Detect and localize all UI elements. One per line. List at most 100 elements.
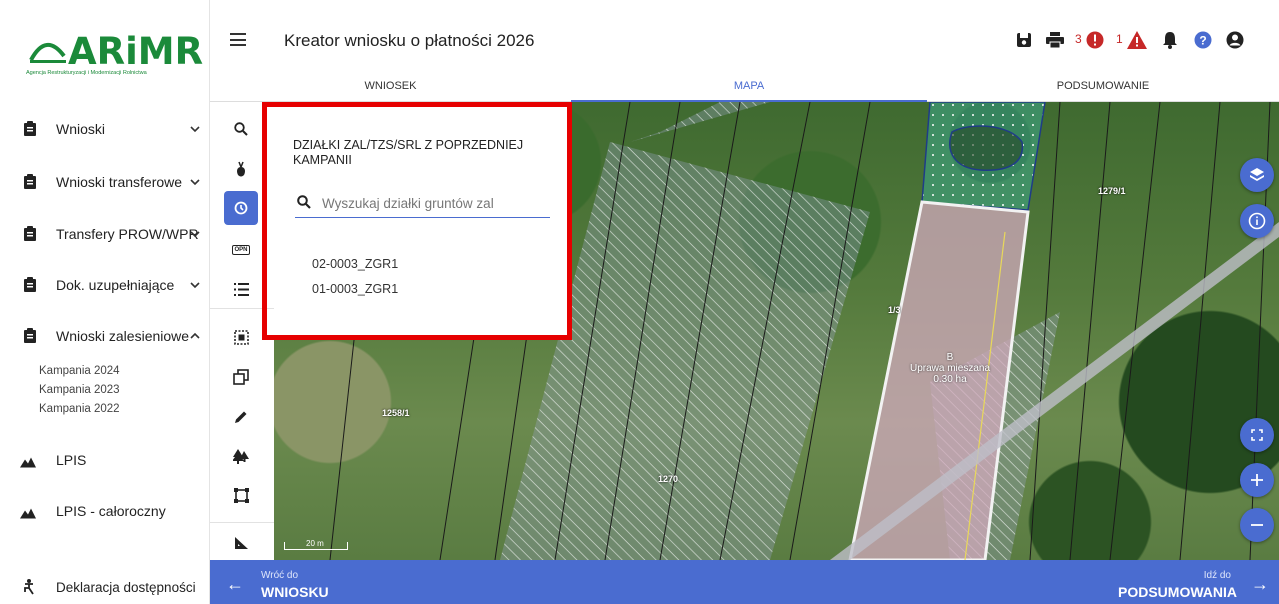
zoom-out-button[interactable] bbox=[1240, 508, 1274, 542]
enclosed-area bbox=[949, 125, 1024, 171]
save-icon[interactable] bbox=[1016, 32, 1032, 48]
arimr-logo[interactable]: ARiMR Agencja Restrukturyzacji i Moderni… bbox=[26, 26, 203, 86]
map-search-tool[interactable] bbox=[224, 112, 258, 146]
error-count: 3 bbox=[1075, 32, 1082, 46]
sidebar-subitem-kampania-2024[interactable]: Kampania 2024 bbox=[39, 365, 120, 377]
clipboard-icon bbox=[24, 226, 36, 241]
warning-count: 1 bbox=[1116, 32, 1123, 46]
parcel-result[interactable]: 01-0003_ZGR1 bbox=[312, 282, 398, 296]
chevron-up-icon bbox=[190, 332, 200, 339]
logo-arc-icon bbox=[29, 43, 66, 63]
sidebar-item-label: Wnioski zalesieniowe bbox=[56, 328, 190, 344]
logo-wordmark: ARiMR bbox=[68, 30, 204, 73]
accessibility-icon bbox=[24, 579, 34, 595]
logo-subtitle: Agencja Restrukturyzacji i Modernizacji … bbox=[26, 70, 147, 76]
mountains-icon bbox=[20, 457, 36, 468]
parcel-search bbox=[295, 190, 550, 218]
parcel-crop: Uprawa mieszana bbox=[909, 363, 991, 374]
back-to-wniosek-button[interactable]: ← Wróć do WNIOSKU bbox=[210, 560, 410, 604]
print-icon[interactable] bbox=[1046, 32, 1064, 48]
fullscreen-button[interactable] bbox=[1240, 418, 1274, 452]
trees-icon bbox=[233, 448, 249, 464]
tool-divider bbox=[210, 522, 274, 523]
zoom-in-button[interactable] bbox=[1240, 463, 1274, 497]
chevron-down-icon bbox=[190, 179, 200, 186]
account-icon[interactable] bbox=[1226, 31, 1244, 49]
info-icon bbox=[1248, 212, 1266, 230]
forest-tool[interactable] bbox=[224, 439, 258, 473]
parcel-number-label: 1/3 bbox=[888, 305, 901, 315]
fullscreen-icon bbox=[1251, 429, 1263, 441]
select-area-tool[interactable] bbox=[224, 320, 258, 354]
sidebar-subitem-kampania-2023[interactable]: Kampania 2023 bbox=[39, 384, 120, 396]
sidebar-subitem-kampania-2022[interactable]: Kampania 2022 bbox=[39, 403, 120, 415]
minus-icon bbox=[1251, 524, 1263, 526]
sidebar-item-wnioski-zalesieniowe[interactable]: Wnioski zalesieniowe bbox=[0, 321, 210, 351]
arrow-right-icon: → bbox=[1251, 574, 1269, 594]
sidebar-item-wnioski[interactable]: Wnioski bbox=[0, 114, 210, 144]
chevron-down-icon bbox=[190, 126, 200, 133]
arrow-left-icon: ← bbox=[226, 574, 244, 594]
chevron-down-icon bbox=[190, 231, 200, 238]
sidebar-item-transfery[interactable]: Transfery PROW/WPR bbox=[0, 219, 210, 249]
chevron-down-icon bbox=[190, 282, 200, 289]
plant-icon bbox=[237, 161, 245, 177]
search-icon bbox=[297, 195, 311, 209]
bottom-navigation: ← Wróć do WNIOSKU Idź do PODSUMOWANIA → bbox=[210, 560, 1279, 604]
next-target: PODSUMOWANIA bbox=[1118, 584, 1237, 600]
parcel-search-input[interactable] bbox=[322, 192, 548, 214]
parcel-number-label: 1279/1 bbox=[1098, 186, 1126, 196]
parcel-letter: B bbox=[946, 352, 954, 363]
help-icon[interactable]: ? bbox=[1194, 31, 1212, 49]
sidebar-item-lpis-caloroczny[interactable]: LPIS - całoroczny bbox=[0, 496, 210, 526]
bell-icon[interactable] bbox=[1162, 31, 1178, 49]
sidebar-item-lpis[interactable]: LPIS bbox=[0, 445, 210, 475]
tab-podsumowanie[interactable]: PODSUMOWANIE bbox=[927, 70, 1279, 102]
go-to-summary-button[interactable]: Idź do PODSUMOWANIA → bbox=[1059, 560, 1279, 604]
top-header: Kreator wniosku o płatności 2026 3 1 ? W… bbox=[210, 0, 1279, 102]
accessibility-label: Deklaracja dostępności bbox=[56, 579, 196, 595]
sidebar-item-label: Wnioski bbox=[56, 121, 106, 137]
scale-label: 20 m bbox=[306, 539, 324, 548]
warning-icon[interactable] bbox=[1127, 31, 1147, 49]
menu-icon[interactable] bbox=[230, 33, 246, 46]
ruler-icon bbox=[234, 537, 248, 549]
previous-campaign-tool[interactable] bbox=[224, 191, 258, 225]
info-button[interactable] bbox=[1240, 204, 1274, 238]
copy-icon bbox=[233, 369, 249, 385]
sidebar-item-label: Wnioski transferowe bbox=[56, 174, 183, 190]
clipboard-icon bbox=[24, 277, 36, 292]
measure-tool[interactable] bbox=[224, 526, 258, 560]
polygon-icon bbox=[233, 487, 249, 503]
sidebar-item-dok-uzupelniajace[interactable]: Dok. uzupełniające bbox=[0, 270, 210, 300]
map-tools: OPN bbox=[210, 102, 274, 560]
edit-tool[interactable] bbox=[224, 400, 258, 434]
error-icon[interactable] bbox=[1086, 31, 1104, 49]
sidebar-item-label: LPIS - całoroczny bbox=[56, 503, 166, 519]
parcel-info: B Uprawa mieszana 0.30 ha bbox=[890, 352, 1010, 385]
crop-tool[interactable] bbox=[224, 152, 258, 186]
pencil-icon bbox=[235, 411, 247, 423]
sidebar-item-wnioski-transferowe[interactable]: Wnioski transferowe bbox=[0, 167, 210, 197]
draw-polygon-tool[interactable] bbox=[224, 478, 258, 512]
accessibility-link[interactable]: Deklaracja dostępności bbox=[0, 575, 210, 599]
copy-tool[interactable] bbox=[224, 360, 258, 394]
opn-tool[interactable]: OPN bbox=[224, 233, 258, 267]
layers-icon bbox=[1250, 168, 1264, 181]
sidebar: ARiMR Agencja Restrukturyzacji i Moderni… bbox=[0, 0, 210, 604]
parcel-area: 0.30 ha bbox=[933, 374, 967, 385]
layers-button[interactable] bbox=[1240, 158, 1274, 192]
parcel-number-label: 1270 bbox=[658, 474, 679, 484]
plus-icon bbox=[1251, 474, 1263, 486]
list-tool[interactable] bbox=[224, 272, 258, 306]
select-box-icon bbox=[233, 329, 249, 345]
sidebar-item-label: Transfery PROW/WPR bbox=[56, 226, 199, 242]
opn-icon: OPN bbox=[232, 245, 250, 255]
parcel-result[interactable]: 02-0003_ZGR1 bbox=[312, 257, 398, 271]
tab-mapa[interactable]: MAPA bbox=[571, 70, 927, 102]
parcel-history-icon bbox=[234, 201, 248, 215]
list-icon bbox=[233, 282, 249, 296]
svg-text:?: ? bbox=[1199, 34, 1206, 48]
main-tabs: WNIOSEK MAPA PODSUMOWANIE bbox=[210, 70, 1279, 102]
tab-wniosek[interactable]: WNIOSEK bbox=[210, 70, 571, 102]
